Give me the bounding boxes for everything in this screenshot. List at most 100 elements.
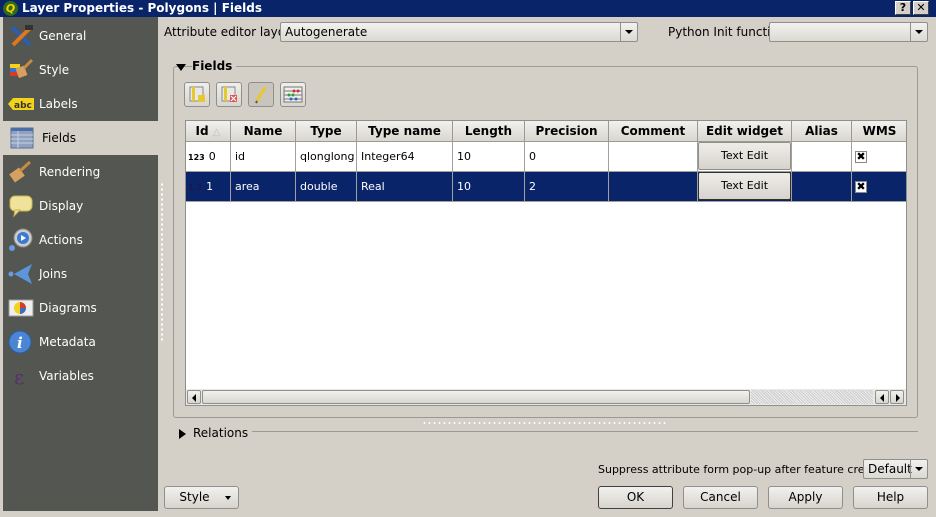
column-header-edit-widget[interactable]: Edit widget <box>698 121 792 142</box>
sidebar-item-variables[interactable]: ε Variables <box>3 359 158 393</box>
scrollbar-thumb[interactable] <box>202 390 750 404</box>
new-field-icon <box>189 86 205 102</box>
collapse-fields-icon[interactable] <box>176 64 186 71</box>
pencil-icon <box>255 86 267 104</box>
column-header-wms[interactable]: WMS <box>852 121 906 142</box>
sidebar-label: Joins <box>39 267 68 281</box>
sidebar-item-joins[interactable]: Joins <box>3 257 158 291</box>
sidebar-item-style[interactable]: Style <box>3 53 158 87</box>
cell-type[interactable]: qlonglong <box>296 142 357 172</box>
cell-type[interactable]: double <box>296 172 357 202</box>
cell-wms: ✖ <box>852 142 906 172</box>
style-menu-button[interactable]: Style <box>164 486 239 509</box>
scrollbar-track[interactable] <box>751 390 873 404</box>
delete-field-button[interactable] <box>216 82 242 107</box>
rendering-brush-icon <box>9 160 32 183</box>
sidebar-label: Display <box>39 199 84 213</box>
column-header-name[interactable]: Name <box>231 121 296 142</box>
group-splitter-handle[interactable] <box>422 421 666 425</box>
expand-relations-icon[interactable] <box>179 429 186 439</box>
sidebar-splitter-handle[interactable] <box>160 182 164 342</box>
sidebar-item-fields[interactable]: Fields <box>3 121 158 155</box>
new-field-button[interactable] <box>184 82 210 107</box>
cell-name[interactable]: id <box>231 142 296 172</box>
column-header-type[interactable]: Type <box>296 121 357 142</box>
field-calculator-button[interactable] <box>280 82 306 107</box>
scroll-right-button[interactable] <box>890 390 904 404</box>
help-title-button[interactable]: ? <box>895 1 911 15</box>
close-button[interactable]: ✕ <box>913 1 929 15</box>
svg-text:abc: abc <box>14 101 32 111</box>
cell-length[interactable]: 10 <box>453 142 525 172</box>
layout-select[interactable]: Autogenerate <box>280 22 638 42</box>
cell-length[interactable]: 10 <box>453 172 525 202</box>
abacus-icon <box>283 86 303 103</box>
edit-widget-button[interactable]: Text Edit <box>698 142 791 170</box>
column-header-precision[interactable]: Precision <box>525 121 609 142</box>
cell-comment[interactable] <box>609 142 698 172</box>
column-header-alias[interactable]: Alias <box>792 121 852 142</box>
cell-name[interactable]: area <box>231 172 296 202</box>
svg-text:i: i <box>17 334 23 352</box>
cell-precision[interactable]: 0 <box>525 142 609 172</box>
sidebar-item-labels[interactable]: abc Labels <box>3 87 158 121</box>
cell-precision[interactable]: 2 <box>525 172 609 202</box>
chevron-down-icon <box>620 23 637 41</box>
sidebar-item-rendering[interactable]: Rendering <box>3 155 158 189</box>
chevron-down-icon <box>910 460 927 478</box>
wms-checkbox[interactable]: ✖ <box>855 151 867 163</box>
sidebar-item-diagrams[interactable]: Diagrams <box>3 291 158 325</box>
cell-type-name[interactable]: Real <box>357 172 453 202</box>
sidebar-label: Labels <box>39 97 78 111</box>
cell-type-name[interactable]: Integer64 <box>357 142 453 172</box>
python-init-label: Python Init function <box>668 25 786 39</box>
cell-id[interactable]: 123 0 <box>186 142 231 172</box>
sidebar-item-general[interactable]: General <box>3 19 158 53</box>
scroll-left-end-button[interactable] <box>875 390 889 404</box>
sidebar: General Style abc Labels Fields Renderin… <box>3 17 158 511</box>
toggle-editing-button[interactable] <box>248 82 274 107</box>
sidebar-label: Fields <box>42 131 76 145</box>
scroll-left-button[interactable] <box>187 390 201 404</box>
cell-alias[interactable] <box>792 142 852 172</box>
cell-comment[interactable] <box>609 172 698 202</box>
sidebar-label: Style <box>39 63 70 77</box>
layout-value: Autogenerate <box>285 25 368 39</box>
actions-gear-icon <box>9 228 33 251</box>
sidebar-label: General <box>39 29 87 43</box>
fields-group-title[interactable]: Fields <box>192 59 237 73</box>
sidebar-label: Diagrams <box>39 301 97 315</box>
suppress-popup-label: Suppress attribute form pop-up after fea… <box>598 463 893 476</box>
column-header-length[interactable]: Length <box>453 121 525 142</box>
column-header-type-name[interactable]: Type name <box>357 121 453 142</box>
wms-checkbox[interactable]: ✖ <box>855 181 867 193</box>
relations-divider <box>252 431 918 432</box>
edit-widget-button[interactable]: Text Edit <box>698 172 791 200</box>
sort-ascending-icon: △ <box>212 127 221 138</box>
help-button[interactable]: Help <box>853 486 928 509</box>
ok-button[interactable]: OK <box>598 486 673 509</box>
sidebar-label: Variables <box>39 369 94 383</box>
apply-button[interactable]: Apply <box>768 486 843 509</box>
fields-table: Id △ Name Type Type name Length Precisio… <box>185 120 907 406</box>
sidebar-label: Actions <box>39 233 83 247</box>
relations-group-title[interactable]: Relations <box>193 426 253 440</box>
svg-text:ε: ε <box>14 365 24 388</box>
suppress-popup-value: Default <box>868 462 912 476</box>
horizontal-scrollbar[interactable] <box>186 389 906 405</box>
chevron-down-icon <box>225 496 231 500</box>
qgis-logo-icon: Q <box>3 1 18 16</box>
sidebar-label: Metadata <box>39 335 96 349</box>
sidebar-item-actions[interactable]: Actions <box>3 223 158 257</box>
style-brush-icon <box>10 58 34 79</box>
cell-alias[interactable] <box>792 172 852 202</box>
sidebar-item-metadata[interactable]: i Metadata <box>3 325 158 359</box>
sidebar-item-display[interactable]: Display <box>3 189 158 223</box>
python-init-select[interactable] <box>769 22 928 42</box>
cell-wms: ✖ <box>852 172 906 202</box>
cell-id[interactable]: 1.2 1 <box>186 172 231 202</box>
column-header-comment[interactable]: Comment <box>609 121 698 142</box>
column-header-id[interactable]: Id △ <box>186 121 231 142</box>
suppress-popup-select[interactable]: Default <box>863 459 928 479</box>
cancel-button[interactable]: Cancel <box>683 486 758 509</box>
